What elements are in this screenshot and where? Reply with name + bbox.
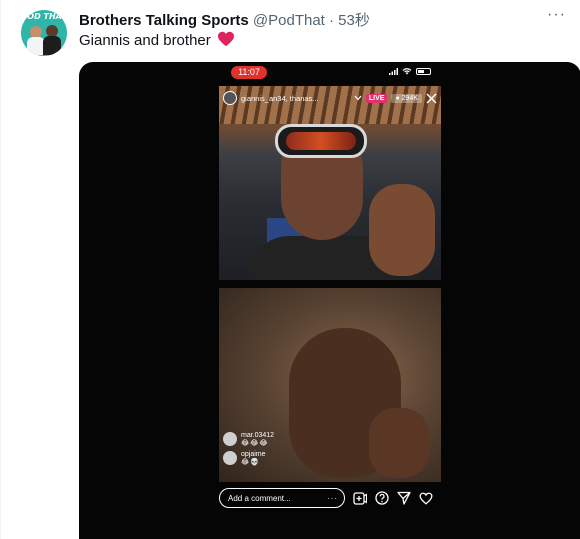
account-name[interactable]: Brothers Talking Sports: [79, 12, 249, 29]
tweet-header: Brothers Talking Sports @PodThat · 53秒: [79, 9, 370, 30]
add-media-icon: [352, 491, 367, 505]
live-badge: LIVE: [365, 93, 388, 103]
more-options-button[interactable]: ···: [547, 6, 566, 24]
comment-item: mar.03412 😂😂😂: [223, 432, 274, 447]
status-time: 11:07: [231, 66, 267, 79]
comment-text: 😂😂😂: [241, 440, 269, 447]
comment-username[interactable]: mar.03412: [241, 432, 274, 439]
share-button[interactable]: [396, 491, 411, 506]
comment-box: ···: [219, 488, 345, 509]
live-usernames[interactable]: giannis_an34, thanas...: [241, 94, 350, 103]
tweet[interactable]: POD THAT Brothers Talking Sports @PodTha…: [0, 0, 580, 539]
signal-icon: [389, 67, 398, 75]
wifi-icon: [402, 68, 412, 75]
avatar-brand-text: POD THAT: [21, 12, 67, 21]
live-header: giannis_an34, thanas... LIVE ● 294K: [223, 90, 437, 106]
close-icon[interactable]: [426, 92, 437, 104]
comment-item: opjaime 😂💀: [223, 451, 274, 466]
like-button[interactable]: [418, 491, 433, 506]
chevron-down-icon[interactable]: [354, 95, 362, 101]
send-icon: [396, 491, 411, 505]
comment-avatar[interactable]: [223, 432, 237, 446]
add-media-button[interactable]: [352, 491, 367, 506]
tweet-text-content: Giannis and brother: [79, 32, 211, 49]
heart-icon: [217, 31, 234, 47]
handle-and-time[interactable]: @PodThat · 53秒: [253, 12, 370, 29]
goggles: [275, 124, 367, 158]
comment-text: 😂💀: [241, 459, 260, 466]
heart-outline-icon: [419, 492, 432, 505]
viewer-count: ● 294K: [391, 93, 422, 103]
live-avatar[interactable]: [223, 91, 237, 105]
question-button[interactable]: [374, 491, 389, 506]
live-feed-bottom[interactable]: mar.03412 😂😂😂 opjaime 😂💀: [219, 288, 441, 482]
question-icon: [374, 491, 389, 505]
comment-username[interactable]: opjaime: [241, 451, 266, 458]
avatar[interactable]: POD THAT: [21, 10, 67, 56]
status-icons: [389, 67, 431, 75]
comment-more-button[interactable]: ···: [327, 494, 338, 503]
video-media[interactable]: 11:07 giannis_an34, thanas... LIVE ● 294…: [79, 62, 580, 539]
live-controls: ···: [219, 486, 441, 510]
comments-list: mar.03412 😂😂😂 opjaime 😂💀: [223, 432, 274, 470]
tweet-text: Giannis and brother: [79, 31, 235, 49]
live-feed-top[interactable]: giannis_an34, thanas... LIVE ● 294K: [219, 86, 441, 280]
battery-icon: [416, 67, 431, 75]
comment-avatar[interactable]: [223, 451, 237, 465]
